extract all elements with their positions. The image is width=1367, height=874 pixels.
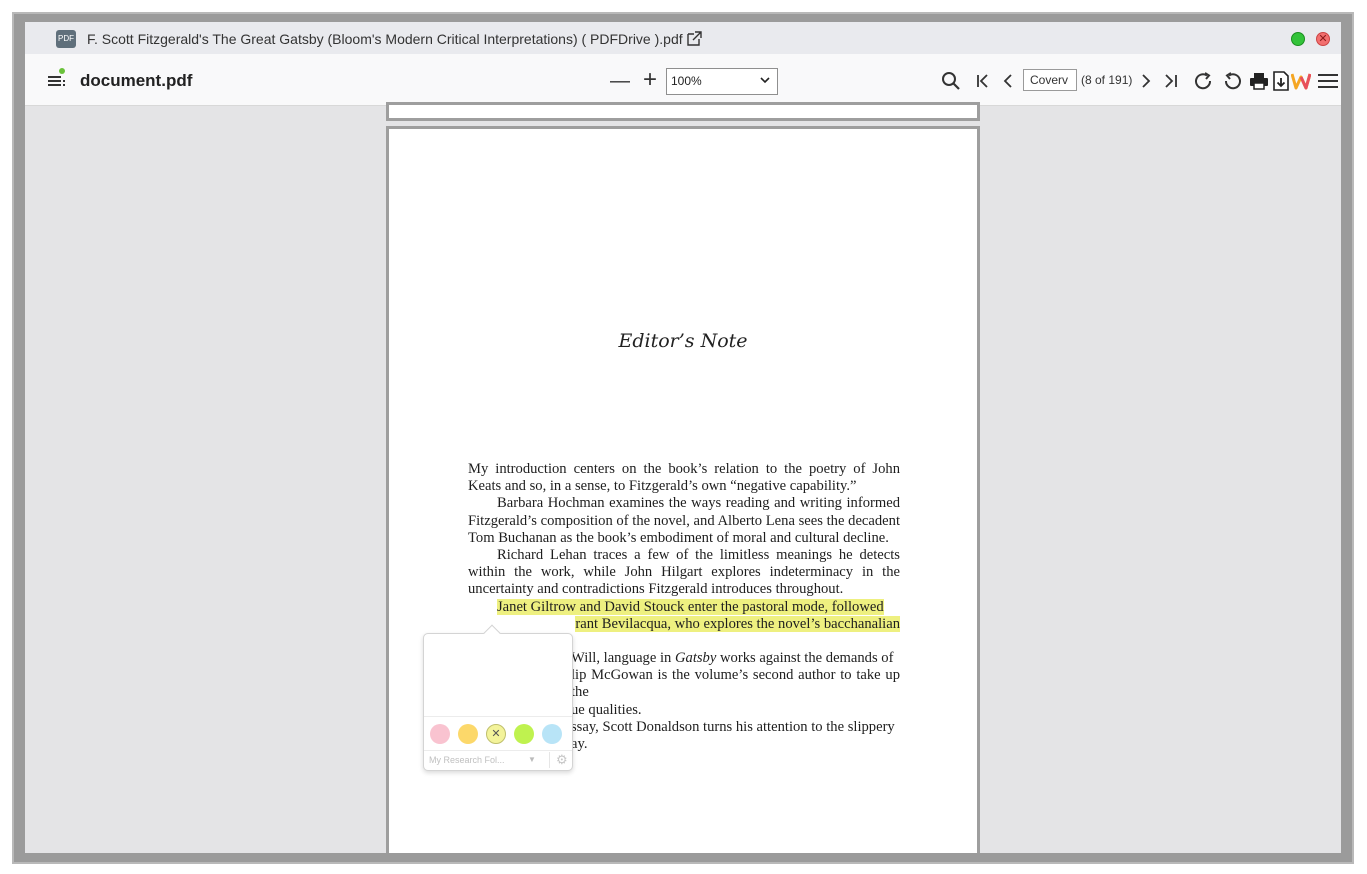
prev-page-icon[interactable] bbox=[1001, 73, 1015, 89]
paragraph: Richard Lehan traces a few of the limitl… bbox=[468, 547, 900, 598]
pdf-file-icon: PDF bbox=[56, 30, 76, 48]
remove-highlight-button[interactable]: ✕ bbox=[486, 724, 506, 744]
color-swatch-pink[interactable] bbox=[430, 724, 450, 744]
open-external-icon[interactable] bbox=[685, 30, 703, 48]
document-name: document.pdf bbox=[80, 71, 193, 90]
gear-icon[interactable]: ⚙ bbox=[549, 752, 568, 768]
paragraph: My introduction centers on the book’s re… bbox=[468, 461, 900, 495]
download-icon[interactable] bbox=[1272, 71, 1290, 91]
zoom-select[interactable]: 100% bbox=[666, 68, 778, 95]
page-heading: Editor’s Note bbox=[618, 330, 748, 352]
next-page-icon[interactable] bbox=[1139, 73, 1153, 89]
highlight-popup[interactable]: ✕ My Research Fol... ▼ ⚙ bbox=[423, 624, 573, 771]
maximize-button[interactable] bbox=[1291, 32, 1305, 46]
window-title: F. Scott Fitzgerald's The Great Gatsby (… bbox=[87, 31, 683, 47]
highlighted-text[interactable]: rant Bevilacqua, who explores the novel’… bbox=[575, 615, 900, 632]
w-logo-icon[interactable] bbox=[1291, 71, 1311, 91]
first-page-icon[interactable] bbox=[975, 73, 991, 89]
popup-footer: My Research Fol... ▼ ⚙ bbox=[424, 750, 572, 770]
pdf-toolbar: document.pdf — + 100% Coverv (8 of 191) bbox=[25, 54, 1341, 106]
window-content: PDF F. Scott Fitzgerald's The Great Gats… bbox=[25, 22, 1341, 853]
search-icon[interactable] bbox=[941, 71, 961, 91]
last-page-icon[interactable] bbox=[1163, 73, 1179, 89]
print-icon[interactable] bbox=[1249, 71, 1269, 91]
menu-icon[interactable] bbox=[47, 68, 67, 88]
highlighted-text[interactable]: Janet Giltrow and David Stouck enter the… bbox=[497, 598, 884, 615]
paragraph: Barbara Hochman examines the ways readin… bbox=[468, 495, 900, 546]
zoom-value: 100% bbox=[671, 74, 702, 88]
color-swatch-blue[interactable] bbox=[542, 724, 562, 744]
document-viewer[interactable]: Editor’s Note My introduction centers on… bbox=[25, 105, 1341, 853]
page-number-input[interactable]: Coverv bbox=[1023, 69, 1077, 91]
highlighted-paragraph-line[interactable]: Janet Giltrow and David Stouck enter the… bbox=[468, 598, 900, 616]
close-button[interactable]: ✕ bbox=[1316, 32, 1330, 46]
zoom-out-button[interactable]: — bbox=[610, 71, 630, 91]
chevron-down-icon[interactable]: ▼ bbox=[528, 755, 536, 764]
rotate-ccw-icon[interactable] bbox=[1223, 71, 1243, 91]
color-picker: ✕ bbox=[424, 716, 572, 750]
note-textarea[interactable] bbox=[426, 636, 571, 716]
app-window: PDF F. Scott Fitzgerald's The Great Gats… bbox=[14, 14, 1352, 862]
color-swatch-green[interactable] bbox=[514, 724, 534, 744]
color-swatch-orange[interactable] bbox=[458, 724, 478, 744]
page-count: (8 of 191) bbox=[1081, 73, 1133, 87]
folder-select[interactable]: My Research Fol... bbox=[429, 755, 529, 765]
previous-page bbox=[389, 105, 977, 118]
rotate-cw-icon[interactable] bbox=[1193, 71, 1213, 91]
zoom-in-button[interactable]: + bbox=[640, 68, 660, 92]
highlighted-paragraph-line[interactable]: rant Bevilacqua, who explores the novel’… bbox=[468, 615, 900, 633]
chevron-down-icon bbox=[760, 77, 770, 84]
hamburger-icon[interactable] bbox=[1318, 71, 1338, 91]
title-bar: PDF F. Scott Fitzgerald's The Great Gats… bbox=[25, 22, 1341, 54]
